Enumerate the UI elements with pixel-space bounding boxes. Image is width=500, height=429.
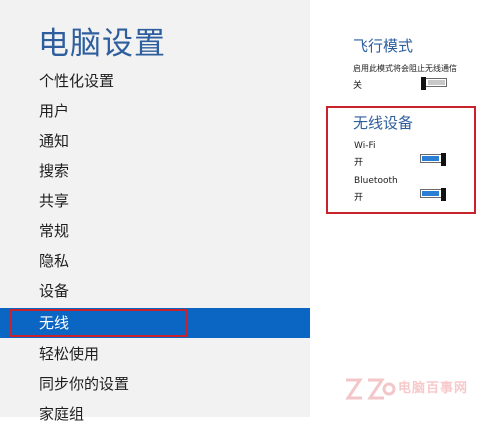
nav-item-general[interactable]: 常规: [0, 216, 310, 246]
wireless-devices-title: 无线设备: [353, 114, 414, 132]
nav-item-privacy[interactable]: 隐私: [0, 246, 310, 276]
wifi-label: Wi-Fi: [354, 141, 376, 151]
nav-item-label: 同步你的设置: [39, 375, 130, 393]
airplane-mode-state: 关: [353, 81, 363, 91]
nav-item-users[interactable]: 用户: [0, 96, 310, 126]
nav-item-label: 通知: [39, 132, 70, 150]
nav-item-devices[interactable]: 设备: [0, 276, 310, 306]
nav-item-label: 个性化设置: [39, 72, 115, 90]
nav-item-label: 设备: [39, 282, 70, 300]
nav-item-share[interactable]: 共享: [0, 186, 310, 216]
wifi-toggle[interactable]: [420, 153, 446, 166]
toggle-knob: [441, 188, 446, 201]
toggle-track: [422, 191, 439, 196]
airplane-mode-toggle[interactable]: [421, 77, 447, 90]
wifi-state: 开: [354, 158, 364, 168]
settings-nav-pane: 电脑设置 个性化设置 用户 通知 搜索 共享 常规 隐私 设备 无线 轻松使用 …: [0, 0, 310, 423]
nav-item-notifications[interactable]: 通知: [0, 126, 310, 156]
nav-item-label: 用户: [39, 102, 70, 120]
toggle-track: [422, 156, 439, 161]
nav-item-ease-of-access[interactable]: 轻松使用: [0, 339, 310, 369]
bluetooth-state: 开: [354, 193, 364, 203]
bluetooth-toggle[interactable]: [420, 188, 446, 201]
nav-item-label: 家庭组: [39, 405, 85, 423]
watermark-text: 电脑百事网: [398, 381, 469, 396]
airplane-mode-title: 飞行模式: [353, 37, 414, 55]
nav-item-homegroup[interactable]: 家庭组: [0, 399, 310, 429]
nav-item-personalize[interactable]: 个性化设置: [0, 66, 310, 96]
nav-item-search[interactable]: 搜索: [0, 156, 310, 186]
watermark-logo-icon: [345, 378, 396, 400]
nav-item-label: 隐私: [39, 252, 70, 270]
toggle-knob: [441, 153, 446, 166]
nav-item-label: 共享: [39, 192, 70, 210]
toggle-track: [428, 80, 445, 85]
selected-item-highlight-frame: [9, 309, 187, 337]
bluetooth-label: Bluetooth: [354, 176, 398, 186]
toggle-knob: [421, 77, 426, 90]
nav-item-label: 常规: [39, 222, 70, 240]
nav-item-sync-settings[interactable]: 同步你的设置: [0, 369, 310, 399]
nav-item-label: 搜索: [39, 162, 70, 180]
page-title: 电脑设置: [38, 26, 166, 62]
airplane-mode-description: 启用此模式将会阻止无线通信: [353, 64, 457, 73]
nav-item-label: 轻松使用: [39, 345, 100, 363]
